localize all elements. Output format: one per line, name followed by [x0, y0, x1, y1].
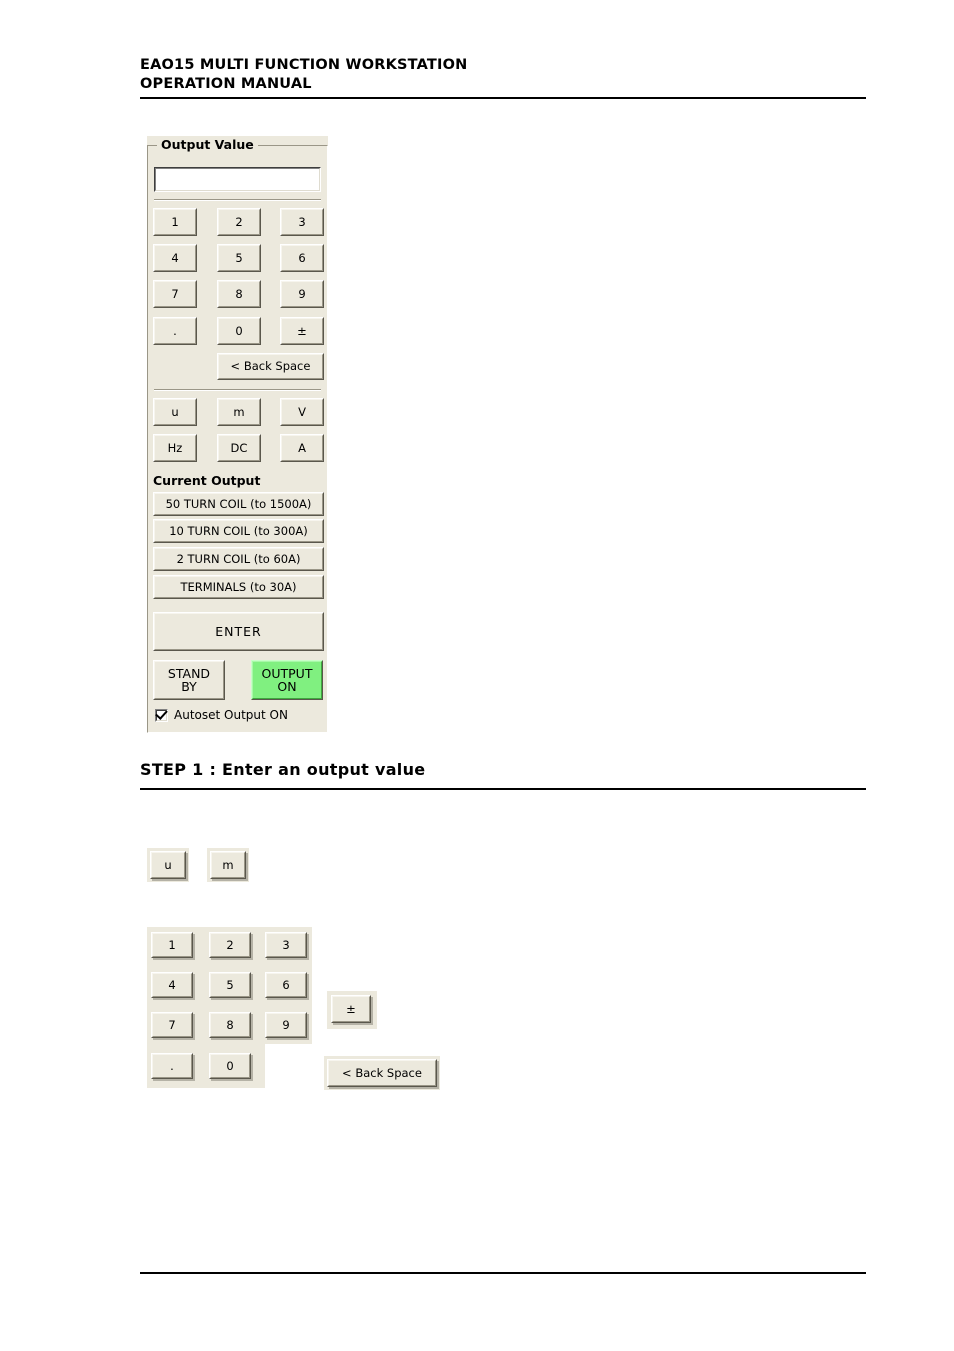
- autoset-output-label: Autoset Output ON: [174, 708, 288, 722]
- keypad-button-plusminus[interactable]: ±: [280, 317, 324, 345]
- unit-button-u[interactable]: u: [153, 398, 197, 426]
- demo-plusminus-button[interactable]: ±: [331, 995, 371, 1023]
- demo-keypad-button-0[interactable]: 0: [209, 1053, 251, 1079]
- footer-divider: [140, 1272, 866, 1274]
- keypad-button-2[interactable]: 2: [217, 208, 261, 236]
- output-on-button[interactable]: OUTPUT ON: [251, 660, 323, 700]
- unit-button-v[interactable]: V: [280, 398, 324, 426]
- demo-unit-button-m[interactable]: m: [210, 851, 246, 879]
- range-button-10-turn-coil[interactable]: 10 TURN COIL (to 300A): [153, 519, 324, 543]
- enter-button[interactable]: ENTER: [153, 612, 324, 651]
- output-value-panel: Output Value 1 2 3 4 5 6 7 8 9 . 0 ± < B…: [147, 136, 328, 733]
- output-value-display[interactable]: [154, 167, 321, 192]
- demo-keypad-button-2[interactable]: 2: [209, 932, 251, 958]
- keypad-button-0[interactable]: 0: [217, 317, 261, 345]
- range-button-2-turn-coil[interactable]: 2 TURN COIL (to 60A): [153, 547, 324, 571]
- keypad-button-4[interactable]: 4: [153, 244, 197, 272]
- keypad-button-6[interactable]: 6: [280, 244, 324, 272]
- keypad-button-1[interactable]: 1: [153, 208, 197, 236]
- keypad-button-5[interactable]: 5: [217, 244, 261, 272]
- keypad-button-7[interactable]: 7: [153, 280, 197, 308]
- header-divider: [140, 97, 866, 99]
- keypad-button-9[interactable]: 9: [280, 280, 324, 308]
- demo-unit-button-u[interactable]: u: [150, 851, 186, 879]
- demo-keypad-button-8[interactable]: 8: [209, 1012, 251, 1038]
- autoset-checkbox[interactable]: [155, 706, 168, 722]
- standby-button[interactable]: STAND BY: [153, 660, 225, 700]
- range-button-50-turn-coil[interactable]: 50 TURN COIL (to 1500A): [153, 492, 324, 516]
- output-value-display-inner: [155, 168, 320, 191]
- keypad-button-3[interactable]: 3: [280, 208, 324, 236]
- autoset-output-checkbox-row[interactable]: Autoset Output ON: [155, 706, 288, 722]
- backspace-button[interactable]: < Back Space: [217, 353, 324, 380]
- keypad-button-decimal[interactable]: .: [153, 317, 197, 345]
- demo-keypad-button-5[interactable]: 5: [209, 972, 251, 998]
- output-value-text: [156, 169, 319, 177]
- demo-keypad-button-6[interactable]: 6: [265, 972, 307, 998]
- groupbox-title: Output Value: [157, 137, 258, 153]
- demo-keypad-button-4[interactable]: 4: [151, 972, 193, 998]
- separator-below-display: [154, 199, 321, 201]
- page-header: EAO15 MULTI FUNCTION WORKSTATION OPERATI…: [140, 56, 866, 94]
- demo-backspace-button[interactable]: < Back Space: [327, 1059, 437, 1087]
- unit-button-m[interactable]: m: [217, 398, 261, 426]
- current-output-label: Current Output: [153, 473, 261, 488]
- unit-button-hz[interactable]: Hz: [153, 434, 197, 462]
- demo-keypad-button-1[interactable]: 1: [151, 932, 193, 958]
- step-divider: [140, 788, 866, 790]
- unit-button-a[interactable]: A: [280, 434, 324, 462]
- separator-above-units: [154, 389, 321, 391]
- demo-keypad-button-9[interactable]: 9: [265, 1012, 307, 1038]
- header-title-line1: EAO15 MULTI FUNCTION WORKSTATION: [140, 57, 468, 73]
- demo-keypad-button-7[interactable]: 7: [151, 1012, 193, 1038]
- step-heading: STEP 1 : Enter an output value: [140, 760, 426, 779]
- keypad-button-8[interactable]: 8: [217, 280, 261, 308]
- demo-keypad-button-decimal[interactable]: .: [151, 1053, 193, 1079]
- demo-keypad-button-3[interactable]: 3: [265, 932, 307, 958]
- header-title-line2: OPERATION MANUAL: [140, 76, 312, 92]
- range-button-terminals[interactable]: TERMINALS (to 30A): [153, 575, 324, 599]
- unit-button-dc[interactable]: DC: [217, 434, 261, 462]
